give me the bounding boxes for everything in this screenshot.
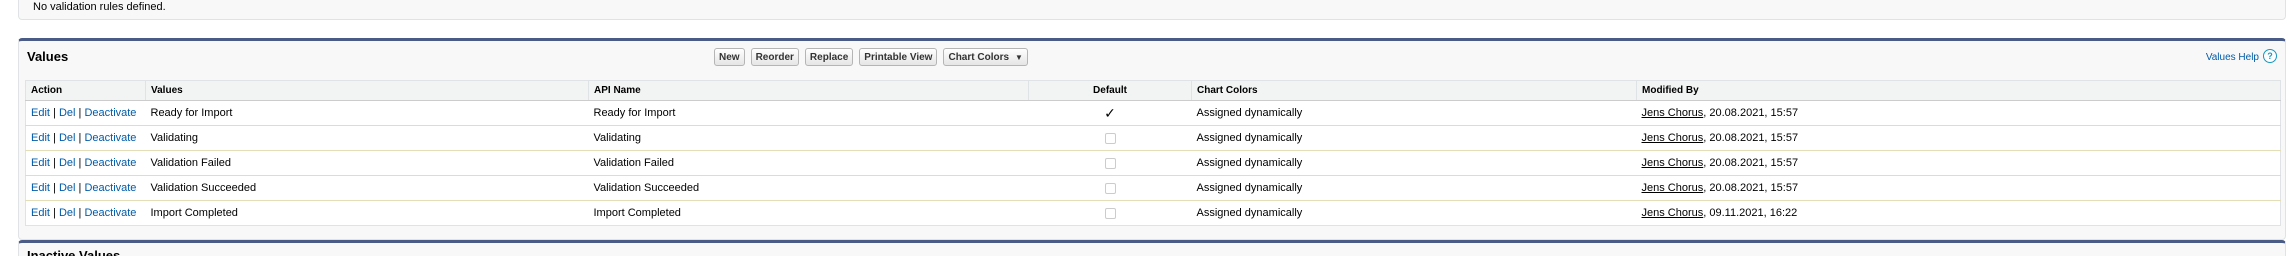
replace-button[interactable]: Replace bbox=[804, 48, 854, 66]
modified-by-cell: Jens Chorus, 20.08.2021, 15:57 bbox=[1636, 175, 2281, 201]
chart-color-cell: Assigned dynamically bbox=[1191, 125, 1637, 151]
edit-link[interactable]: Edit bbox=[31, 107, 50, 119]
checkmark-icon: ✓ bbox=[1104, 104, 1116, 121]
action-separator: | bbox=[78, 157, 82, 169]
deactivate-link[interactable]: Deactivate bbox=[84, 132, 136, 144]
modified-date: , 20.08.2021, 15:57 bbox=[1703, 182, 1799, 194]
value-cell: Ready for Import bbox=[145, 100, 589, 126]
api-name-cell: Validation Succeeded bbox=[588, 175, 1029, 201]
modified-date: , 20.08.2021, 15:57 bbox=[1703, 132, 1799, 144]
chart-color-cell: Assigned dynamically bbox=[1191, 175, 1637, 201]
help-icon[interactable]: ? bbox=[2263, 49, 2277, 63]
unchecked-box-icon bbox=[1104, 132, 1116, 144]
inactive-values-title: Inactive Values bbox=[27, 248, 121, 256]
modified-date: , 20.08.2021, 15:57 bbox=[1703, 107, 1799, 119]
action-separator: | bbox=[78, 132, 82, 144]
unchecked-box-icon bbox=[1104, 157, 1116, 169]
action-cell: Edit | Del | Deactivate bbox=[26, 201, 146, 226]
value-cell: Import Completed bbox=[150, 207, 238, 219]
edit-link[interactable]: Edit bbox=[31, 182, 50, 194]
chart-color-cell: Assigned dynamically bbox=[1191, 100, 1637, 126]
value-cell: Validating bbox=[145, 125, 589, 151]
default-cell bbox=[1029, 201, 1192, 226]
api-name-cell: Ready for Import bbox=[588, 100, 1029, 126]
modified-by-cell: Jens Chorus, 20.08.2021, 15:57 bbox=[1636, 100, 2281, 126]
column-header-modified-by: Modified By bbox=[1636, 80, 2281, 101]
action-separator: | bbox=[78, 207, 82, 219]
inactive-values-section: Inactive Values bbox=[18, 240, 2286, 256]
chart-colors-label: Chart Colors bbox=[948, 51, 1010, 63]
table-row: Edit | Del | Deactivate Validation Failed… bbox=[25, 150, 2281, 176]
column-header-action: Action bbox=[25, 80, 146, 101]
unchecked-box-icon bbox=[1104, 182, 1116, 194]
chart-colors-dropdown[interactable]: Chart Colors ▼ bbox=[943, 48, 1028, 66]
edit-link[interactable]: Edit bbox=[31, 132, 50, 144]
modified-date: , 20.08.2021, 15:57 bbox=[1703, 157, 1799, 169]
table-row: Edit | Del | Deactivate Import Completed I… bbox=[26, 201, 2281, 226]
modified-user-link[interactable]: Jens Chorus bbox=[1642, 132, 1704, 144]
modified-user-link[interactable]: Jens Chorus bbox=[1642, 107, 1704, 119]
values-help-link[interactable]: Values Help bbox=[2206, 52, 2259, 63]
chevron-down-icon: ▼ bbox=[1015, 52, 1023, 62]
table-header-row: Action Values API Name Default Chart Col… bbox=[25, 80, 2281, 101]
column-header-default: Default bbox=[1028, 80, 1192, 101]
modified-user-link[interactable]: Jens Chorus bbox=[1642, 182, 1704, 194]
values-section: Values New Reorder Replace Printable Vie… bbox=[18, 38, 2286, 240]
action-cell: Edit | Del | Deactivate bbox=[25, 125, 146, 151]
action-cell: Edit | Del | Deactivate bbox=[25, 100, 146, 126]
column-header-chart-colors: Chart Colors bbox=[1191, 80, 1637, 101]
action-separator: | bbox=[78, 182, 82, 194]
api-name-cell: Import Completed bbox=[593, 207, 681, 219]
default-cell bbox=[1028, 125, 1192, 151]
modified-user-link[interactable]: Jens Chorus bbox=[1642, 207, 1704, 219]
api-name-cell: Validation Failed bbox=[588, 150, 1029, 176]
table-row: Edit | Del | Deactivate Validating Validat… bbox=[25, 125, 2281, 151]
edit-link[interactable]: Edit bbox=[31, 207, 50, 219]
chart-color-cell: Assigned dynamically bbox=[1196, 207, 1303, 219]
validation-rules-section: No validation rules defined. bbox=[18, 0, 2286, 20]
modified-date: , 09.11.2021, 16:22 bbox=[1703, 207, 1798, 219]
action-separator: | bbox=[53, 207, 56, 219]
modified-by-cell: Jens Chorus, 09.11.2021, 16:22 bbox=[1637, 201, 2281, 226]
values-title: Values bbox=[27, 49, 69, 64]
default-cell: ✓ bbox=[1028, 100, 1192, 126]
action-separator: | bbox=[78, 107, 82, 119]
action-separator: | bbox=[53, 107, 56, 119]
action-cell: Edit | Del | Deactivate bbox=[25, 150, 146, 176]
delete-link[interactable]: Del bbox=[59, 157, 76, 169]
default-cell bbox=[1028, 150, 1192, 176]
table-row: Edit | Del | Deactivate Ready for Import R… bbox=[25, 100, 2281, 126]
new-button[interactable]: New bbox=[714, 48, 745, 66]
no-rules-message: No validation rules defined. bbox=[33, 1, 166, 13]
column-header-api-name: API Name bbox=[588, 80, 1029, 101]
delete-link[interactable]: Del bbox=[59, 182, 76, 194]
values-table: Action Values API Name Default Chart Col… bbox=[25, 80, 2281, 226]
unchecked-box-icon bbox=[1104, 207, 1116, 219]
deactivate-link[interactable]: Deactivate bbox=[84, 207, 136, 219]
deactivate-link[interactable]: Deactivate bbox=[84, 182, 136, 194]
default-cell bbox=[1028, 175, 1192, 201]
delete-link[interactable]: Del bbox=[59, 207, 76, 219]
edit-link[interactable]: Edit bbox=[31, 157, 50, 169]
action-separator: | bbox=[53, 157, 56, 169]
reorder-button[interactable]: Reorder bbox=[750, 48, 799, 66]
values-toolbar: New Reorder Replace Printable View Chart… bbox=[714, 48, 1028, 66]
modified-by-cell: Jens Chorus, 20.08.2021, 15:57 bbox=[1636, 150, 2281, 176]
printable-view-button[interactable]: Printable View bbox=[859, 48, 938, 66]
modified-user-link[interactable]: Jens Chorus bbox=[1642, 157, 1704, 169]
action-separator: | bbox=[53, 182, 56, 194]
deactivate-link[interactable]: Deactivate bbox=[84, 107, 136, 119]
api-name-cell: Validating bbox=[588, 125, 1029, 151]
column-header-values: Values bbox=[145, 80, 589, 101]
delete-link[interactable]: Del bbox=[59, 132, 76, 144]
action-separator: | bbox=[53, 132, 56, 144]
table-row: Edit | Del | Deactivate Validation Succee… bbox=[25, 175, 2281, 201]
modified-by-cell: Jens Chorus, 20.08.2021, 15:57 bbox=[1636, 125, 2281, 151]
chart-color-cell: Assigned dynamically bbox=[1191, 150, 1637, 176]
delete-link[interactable]: Del bbox=[59, 107, 76, 119]
deactivate-link[interactable]: Deactivate bbox=[84, 157, 136, 169]
value-cell: Validation Failed bbox=[145, 150, 589, 176]
value-cell: Validation Succeeded bbox=[145, 175, 589, 201]
action-cell: Edit | Del | Deactivate bbox=[25, 175, 146, 201]
